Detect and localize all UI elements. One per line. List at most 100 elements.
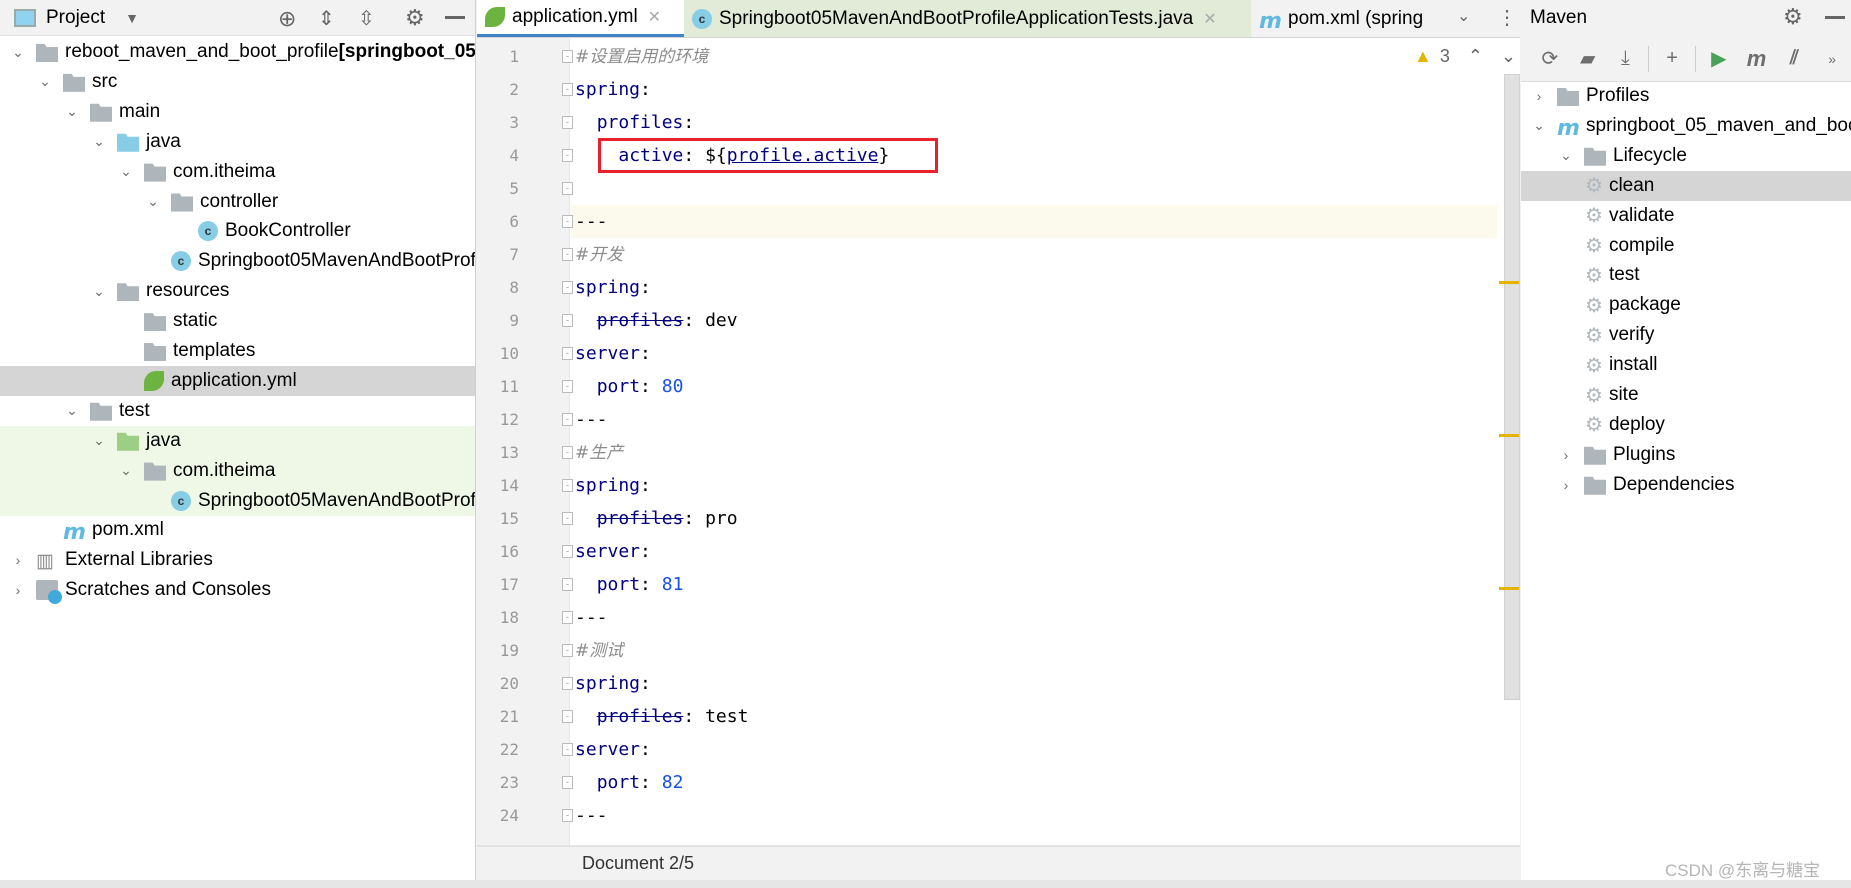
vertical-scrollbar[interactable] [1504,74,1520,700]
maven-item[interactable]: › Profiles [1521,81,1851,111]
project-item[interactable]: c Springboot05MavenAndBootProfileApplicat… [0,485,475,516]
maven-item[interactable]: ⚙ clean [1521,170,1851,201]
maven-item[interactable]: ⚙ deploy [1521,410,1851,440]
locate-icon[interactable]: ⊕ [278,6,296,32]
project-item[interactable]: ⌄ test [0,396,475,426]
gear-icon[interactable]: ⚙ [1783,4,1803,30]
tab-springboot05mavenandbootprofileapplicationtests[interactable]: c Springboot05MavenAndBootProfileApplicat… [684,0,1251,37]
gear-icon[interactable]: ⚙ [405,5,425,31]
fold-marker[interactable]: - [562,182,573,195]
fold-marker[interactable]: - [562,446,573,459]
chevron-right-icon[interactable]: › [1558,447,1574,463]
fold-marker[interactable]: - [562,677,573,690]
chevron-down-icon[interactable]: ⌄ [91,133,107,150]
warning-marker[interactable] [1499,434,1519,437]
project-item[interactable]: application.yml [0,365,475,396]
fold-marker[interactable]: - [562,644,573,657]
chevron-down-icon[interactable]: ▼ [125,10,139,26]
project-item[interactable]: › ▥ External Libraries [0,545,475,575]
maven-item[interactable]: ⌄ Lifecycle [1521,141,1851,171]
chevron-right-icon[interactable]: › [1531,88,1547,104]
fold-marker[interactable]: - [562,545,573,558]
chevron-down-icon[interactable]: ⌄ [91,432,107,449]
maven-item[interactable]: ⚙ validate [1521,201,1851,231]
maven-item[interactable]: › Dependencies [1521,470,1851,500]
project-item[interactable]: templates [0,336,475,366]
fold-marker[interactable]: - [562,578,573,591]
more-actions-icon[interactable]: » [1813,44,1851,74]
fold-marker[interactable]: - [562,776,573,789]
project-item[interactable]: c Springboot05MavenAndBootProfileApplicat… [0,246,475,276]
fold-marker[interactable]: - [562,413,573,426]
maven-item[interactable]: ⚙ install [1521,350,1851,380]
skip-tests-icon[interactable]: ⫽ [1775,44,1813,74]
project-item[interactable]: ⌄ java [0,127,475,157]
maven-item[interactable]: › Plugins [1521,440,1851,470]
reload-icon[interactable]: ⟳ [1531,44,1569,74]
project-item[interactable]: ⌄ controller [0,187,475,217]
prev-highlight-icon[interactable]: ⌃ [1468,46,1483,67]
maven-item[interactable]: ⚙ compile [1521,231,1851,261]
chevron-down-icon[interactable]: ⌄ [118,163,134,180]
tab-pom[interactable]: m pom.xml (spring [1251,0,1475,37]
fold-marker[interactable]: - [562,347,573,360]
collapse-all-icon[interactable]: ⇳ [358,6,375,31]
next-highlight-icon[interactable]: ⌄ [1501,46,1516,67]
chevron-right-icon[interactable]: › [10,582,26,598]
generate-sources-icon[interactable]: ▰ [1569,44,1607,74]
chevron-down-icon[interactable]: ⌄ [37,73,53,90]
fold-marker[interactable]: - [562,479,573,492]
maven-item[interactable]: ⚙ test [1521,260,1851,290]
maven-item[interactable]: ⌄ m springboot_05_maven_and_boot_profile [1521,111,1851,141]
document-indicator[interactable]: Document 2/5 [582,853,694,873]
tabs-dropdown-icon[interactable]: ⌄ [1457,6,1470,26]
maven-item[interactable]: ⚙ package [1521,290,1851,320]
fold-marker[interactable]: - [562,809,573,822]
chevron-down-icon[interactable]: ⌄ [1531,117,1547,134]
project-item[interactable]: › Scratches and Consoles [0,575,475,605]
maven-item[interactable]: ⚙ site [1521,380,1851,410]
fold-marker[interactable]: - [562,149,573,162]
project-item[interactable]: ⌄ src [0,67,475,97]
fold-marker[interactable]: - [562,710,573,723]
chevron-down-icon[interactable]: ⌄ [118,462,134,479]
project-item[interactable]: ⌄ com.itheima [0,455,475,486]
chevron-down-icon[interactable]: ⌄ [10,44,26,60]
chevron-right-icon[interactable]: › [1558,477,1574,493]
execute-goal-icon[interactable]: m [1738,44,1776,74]
fold-marker[interactable]: - [562,512,573,525]
expand-all-icon[interactable]: ⇕ [318,6,335,31]
fold-marker[interactable]: - [562,215,573,228]
minimize-icon[interactable] [445,16,465,19]
chevron-down-icon[interactable]: ⌄ [1558,147,1574,164]
project-item[interactable]: ⌄ resources [0,276,475,306]
chevron-down-icon[interactable]: ⌄ [64,103,80,120]
project-title[interactable]: Project [46,7,105,29]
chevron-down-icon[interactable]: ⌄ [64,402,80,419]
download-icon[interactable]: ⤓ [1607,44,1645,74]
fold-marker[interactable]: - [562,116,573,129]
fold-marker[interactable]: - [562,83,573,96]
chevron-right-icon[interactable]: › [10,552,26,568]
minimize-icon[interactable] [1825,16,1845,19]
project-item[interactable]: ⌄ java [0,425,475,456]
fold-marker[interactable]: - [562,248,573,261]
project-item[interactable]: m pom.xml [0,515,475,545]
project-item[interactable]: ⌄ main [0,97,475,127]
close-icon[interactable]: ✕ [648,7,661,27]
project-item[interactable]: ⌄ reboot_maven_and_boot_profile [springbo… [0,37,475,67]
fold-marker[interactable]: - [562,743,573,756]
fold-marker[interactable]: - [562,380,573,393]
warning-marker[interactable] [1499,281,1519,284]
chevron-down-icon[interactable]: ⌄ [145,193,161,210]
warning-marker[interactable] [1499,587,1519,590]
close-icon[interactable]: ✕ [1203,9,1216,29]
project-item[interactable]: static [0,306,475,336]
fold-marker[interactable]: - [562,611,573,624]
fold-marker[interactable]: - [562,314,573,327]
add-icon[interactable]: + [1653,44,1691,74]
maven-item[interactable]: ⚙ verify [1521,320,1851,350]
chevron-down-icon[interactable]: ⌄ [91,283,107,299]
fold-marker[interactable]: - [562,281,573,294]
project-item[interactable]: ⌄ com.itheima [0,157,475,187]
